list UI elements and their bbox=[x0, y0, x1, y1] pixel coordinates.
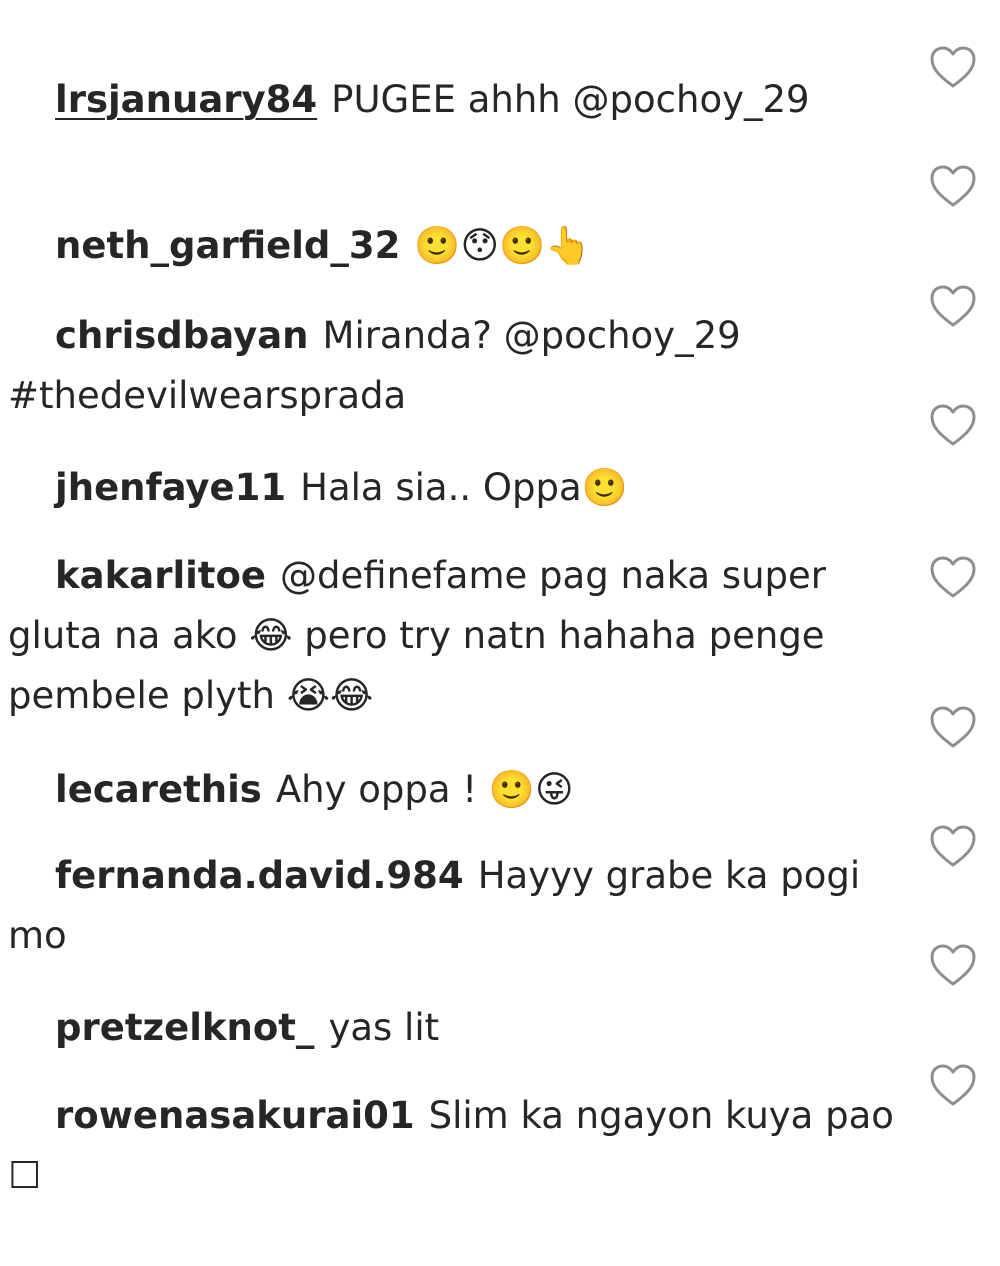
like-button[interactable] bbox=[928, 163, 978, 209]
like-button[interactable] bbox=[928, 402, 978, 448]
comment-text: PUGEE ahhh @pochoy_29 bbox=[331, 78, 810, 121]
like-button[interactable] bbox=[928, 554, 978, 600]
comments-list: lrsjanuary84 PUGEE ahhh @pochoy_29 neth_g… bbox=[0, 0, 1000, 1197]
comment-username[interactable]: lrsjanuary84 bbox=[55, 78, 317, 121]
comment-username[interactable]: fernanda.david.984 bbox=[55, 854, 464, 897]
heart-outline-icon bbox=[930, 825, 976, 867]
comment-username[interactable]: chrisdbayan bbox=[55, 314, 308, 357]
like-button[interactable] bbox=[928, 283, 978, 329]
heart-outline-icon bbox=[930, 556, 976, 598]
like-button[interactable] bbox=[928, 1062, 978, 1108]
heart-outline-icon bbox=[930, 46, 976, 88]
heart-outline-icon bbox=[930, 706, 976, 748]
like-button[interactable] bbox=[928, 44, 978, 90]
comment-username[interactable]: rowenasakurai01 bbox=[55, 1094, 415, 1137]
heart-outline-icon bbox=[930, 404, 976, 446]
heart-outline-icon bbox=[930, 1064, 976, 1106]
like-button[interactable] bbox=[928, 823, 978, 869]
like-button[interactable] bbox=[928, 704, 978, 750]
like-button[interactable] bbox=[928, 942, 978, 988]
comment-item: rowenasakurai01 Slim ka ngayon kuya pao ☐ bbox=[8, 1026, 908, 1266]
comment-username[interactable]: kakarlitoe bbox=[55, 554, 266, 597]
heart-outline-icon bbox=[930, 285, 976, 327]
heart-outline-icon bbox=[930, 944, 976, 986]
heart-outline-icon bbox=[930, 165, 976, 207]
